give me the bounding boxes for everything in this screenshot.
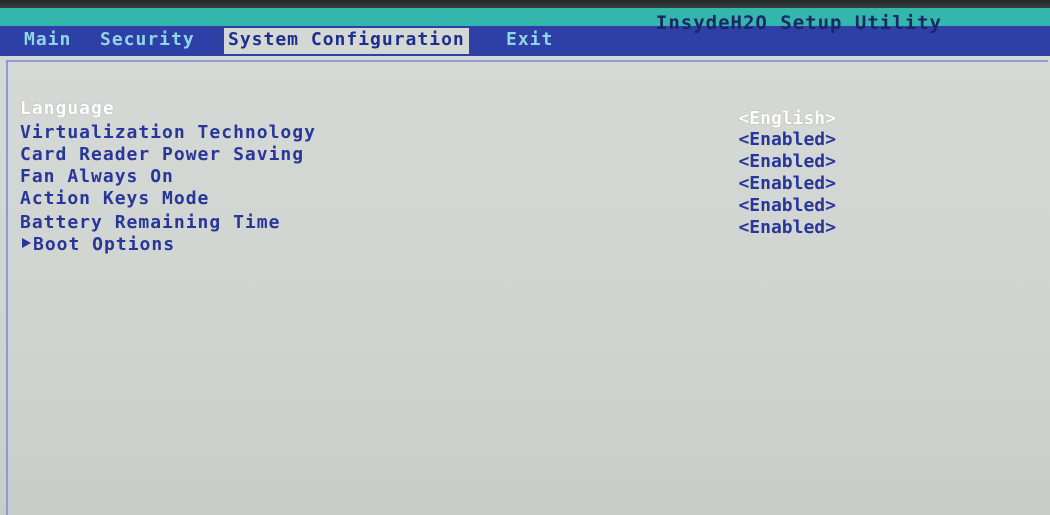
bios-screen: Main Security System Configuration Exit … xyxy=(0,0,1050,515)
setting-battery-time-label[interactable]: Battery Remaining Time xyxy=(20,212,280,233)
submenu-boot-options-label: Boot Options xyxy=(33,234,176,255)
tab-security[interactable]: Security xyxy=(96,26,199,56)
tab-system-configuration[interactable]: System Configuration xyxy=(224,28,469,54)
tab-exit[interactable]: Exit xyxy=(502,26,557,56)
setting-fan-always-on-label[interactable]: Fan Always On xyxy=(20,166,174,187)
settings-panel: Language <English> Virtualization Techno… xyxy=(6,60,1048,515)
app-title: InsydeH2O Setup Utility xyxy=(655,12,942,34)
setting-language-value[interactable]: <English> xyxy=(738,108,836,129)
setting-language-label[interactable]: Language xyxy=(20,98,115,119)
setting-card-reader-value[interactable]: <Enabled> xyxy=(738,151,836,172)
submenu-boot-options[interactable]: Boot Options xyxy=(22,234,175,255)
tab-main[interactable]: Main xyxy=(20,26,75,56)
setting-battery-time-value[interactable]: <Enabled> xyxy=(738,217,836,238)
setting-action-keys-label[interactable]: Action Keys Mode xyxy=(20,188,209,209)
setting-card-reader-label[interactable]: Card Reader Power Saving xyxy=(20,144,304,165)
setting-fan-always-on-value[interactable]: <Enabled> xyxy=(738,173,836,194)
triangle-right-icon xyxy=(22,238,31,248)
setting-action-keys-value[interactable]: <Enabled> xyxy=(738,195,836,216)
setting-virtualization-label[interactable]: Virtualization Technology xyxy=(20,122,316,143)
setting-virtualization-value[interactable]: <Enabled> xyxy=(738,129,836,150)
